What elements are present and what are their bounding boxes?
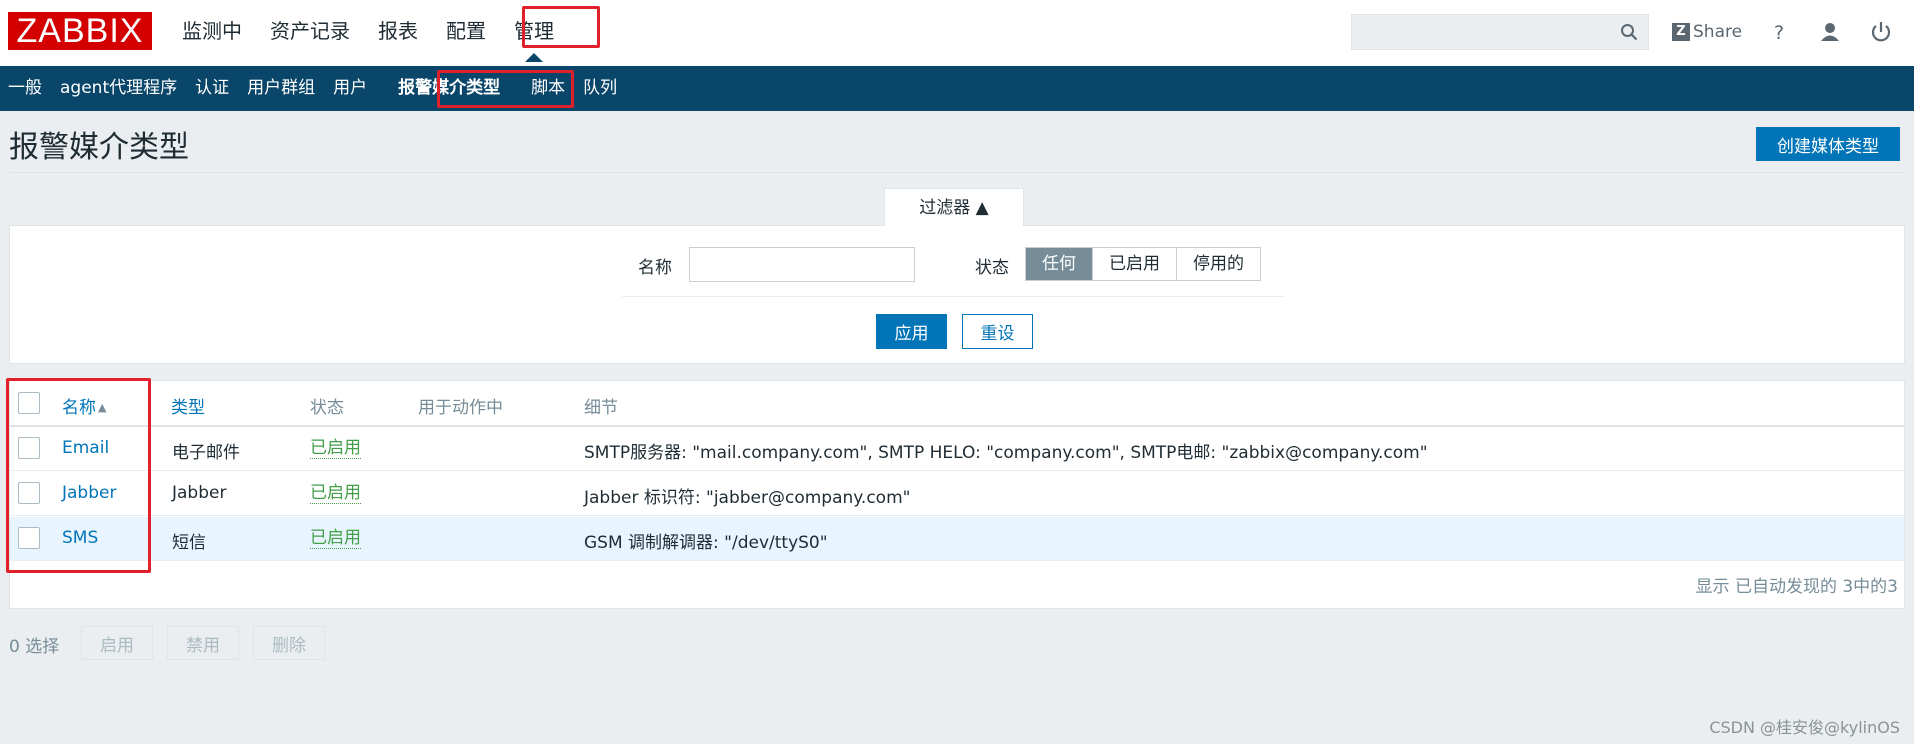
status-option-enabled[interactable]: 已启用 [1092, 248, 1176, 280]
media-type-type: Jabber [172, 483, 227, 503]
column-name-label: 名称 [62, 398, 96, 418]
media-type-name-link[interactable]: SMS [62, 528, 98, 548]
subnav-media-types[interactable]: 报警媒介类型 [376, 66, 522, 111]
table-summary: 显示 已自动发现的 3中的3 [1695, 577, 1898, 597]
filter-name-input[interactable] [689, 247, 915, 282]
main-nav: 监测中 资产记录 报表 配置 管理 [168, 0, 568, 66]
share-label: Share [1693, 22, 1743, 42]
subnav-general[interactable]: 一般 [0, 66, 51, 111]
nav-monitoring[interactable]: 监测中 [168, 0, 256, 66]
share-button[interactable]: Z Share [1672, 19, 1742, 45]
top-header: ZABBIX 监测中 资产记录 报表 配置 管理 Z Share ? [0, 0, 1914, 66]
column-header-details: 细节 [584, 398, 618, 418]
table-row [10, 517, 1904, 561]
subnav-users[interactable]: 用户 [324, 66, 376, 111]
nav-configuration[interactable]: 配置 [432, 0, 500, 66]
subnav-authentication[interactable]: 认证 [186, 66, 238, 111]
media-type-details: Jabber 标识符: "jabber@company.com" [584, 488, 911, 508]
subnav-queue[interactable]: 队列 [574, 66, 626, 111]
media-type-name-link[interactable]: Email [62, 438, 109, 458]
filter-status-label: 状态 [975, 258, 1009, 278]
enable-button[interactable]: 启用 [81, 626, 153, 660]
global-search [1351, 14, 1649, 50]
watermark: CSDN @桂安俊@kylinOS [1709, 718, 1900, 737]
power-icon[interactable] [1868, 19, 1894, 45]
create-media-type-button[interactable]: 创建媒体类型 [1756, 127, 1900, 161]
nav-inventory[interactable]: 资产记录 [256, 0, 364, 66]
search-input[interactable] [1352, 15, 1612, 49]
subnav-scripts[interactable]: 脚本 [522, 66, 574, 111]
nav-administration[interactable]: 管理 [500, 0, 568, 66]
row-checkbox-sms[interactable] [18, 527, 40, 549]
status-segmented-control: 任何 已启用 停用的 [1025, 247, 1261, 281]
status-badge[interactable]: 已启用 [310, 483, 361, 504]
media-type-type: 短信 [172, 533, 206, 553]
subnav-user-groups[interactable]: 用户群组 [238, 66, 324, 111]
media-type-type: 电子邮件 [172, 443, 240, 463]
subnav-proxies[interactable]: agent代理程序 [51, 66, 186, 111]
status-option-any[interactable]: 任何 [1026, 248, 1092, 280]
help-icon[interactable]: ? [1766, 19, 1792, 45]
row-checkbox-jabber[interactable] [18, 482, 40, 504]
media-type-details: SMTP服务器: "mail.company.com", SMTP HELO: … [584, 443, 1428, 463]
table-row [10, 472, 1904, 516]
media-type-name-link[interactable]: Jabber [62, 483, 116, 503]
zabbix-logo[interactable]: ZABBIX [8, 12, 152, 50]
sort-asc-icon: ▲ [98, 401, 107, 414]
title-divider [9, 172, 1905, 173]
selected-count: 0 选择 [9, 637, 60, 657]
status-badge[interactable]: 已启用 [310, 528, 361, 549]
column-header-used-in-actions: 用于动作中 [418, 398, 503, 418]
filter-divider [622, 296, 1284, 297]
page-title: 报警媒介类型 [9, 130, 189, 165]
select-all-checkbox[interactable] [18, 392, 40, 414]
column-header-name[interactable]: 名称 ▲ [62, 393, 106, 418]
row-checkbox-email[interactable] [18, 437, 40, 459]
zabbix-share-icon: Z [1672, 23, 1690, 41]
delete-button[interactable]: 删除 [253, 626, 325, 660]
reset-button[interactable]: 重设 [962, 314, 1033, 349]
filter-name-label: 名称 [638, 258, 672, 278]
disable-button[interactable]: 禁用 [167, 626, 239, 660]
filter-tab[interactable]: 过滤器 ▲ [884, 188, 1024, 226]
search-icon[interactable] [1620, 23, 1638, 41]
column-header-status: 状态 [310, 398, 344, 418]
user-icon[interactable] [1817, 19, 1843, 45]
status-badge[interactable]: 已启用 [310, 438, 361, 459]
column-header-type[interactable]: 类型 [171, 393, 205, 418]
status-option-disabled[interactable]: 停用的 [1176, 248, 1260, 280]
filter-panel [9, 225, 1905, 364]
svg-text:?: ? [1774, 22, 1784, 44]
nav-reports[interactable]: 报表 [364, 0, 432, 66]
apply-button[interactable]: 应用 [876, 314, 947, 349]
sub-nav: 一般 agent代理程序 认证 用户群组 用户 报警媒介类型 脚本 队列 [0, 66, 1914, 111]
media-type-details: GSM 调制解调器: "/dev/ttyS0" [584, 533, 828, 553]
